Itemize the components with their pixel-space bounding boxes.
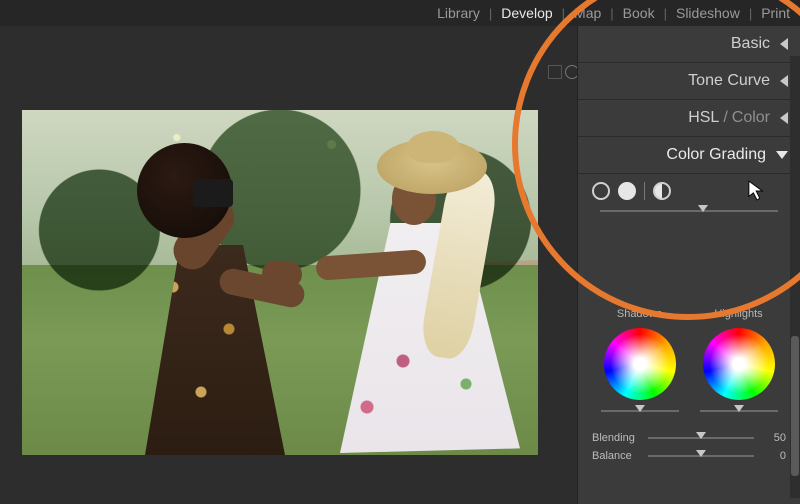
cg-tab-three-way-icon[interactable] [592,182,610,200]
wheel-label-highlights: Highlights [714,308,762,320]
tool-crop-icon[interactable] [548,65,562,79]
nav-library[interactable]: Library [437,5,480,21]
panel-scrollbar[interactable] [790,56,800,498]
slider-thumb-icon[interactable] [696,450,706,457]
panel-header-tone-curve[interactable]: Tone Curve [578,63,800,100]
panel-title-hsl: HSL [688,109,719,127]
image-preview[interactable] [22,110,538,455]
nav-print[interactable]: Print [761,5,790,21]
color-wheel-shadows-col: Shadows [601,308,679,418]
panel-header-hsl-color[interactable]: HSL / Color [578,100,800,137]
nav-separator: | [749,6,752,21]
nav-separator: | [489,6,492,21]
slider-thumb-icon[interactable] [698,205,708,212]
module-nav: Library| Develop| Map| Book| Slideshow| … [0,0,800,26]
blending-slider[interactable]: Blending 50 [592,432,786,444]
balance-value[interactable]: 0 [762,450,786,462]
figure-subject [322,131,512,455]
app-root: Library| Develop| Map| Book| Slideshow| … [0,0,800,504]
cg-tab-separator [644,182,645,200]
collapse-triangle-icon [780,112,788,124]
photo-scene [22,110,538,455]
balance-label: Balance [592,450,640,462]
color-wheel-shadows[interactable] [604,328,676,400]
collapse-triangle-icon [780,75,788,87]
figure-photographer [127,135,277,455]
right-panel: Basic Tone Curve HSL / Color Color Gradi… [577,26,800,504]
color-grading-view-tabs [592,182,788,200]
cg-tab-midtones-icon[interactable] [618,182,636,200]
nav-develop[interactable]: Develop [501,5,552,21]
wheel-label-shadows: Shadows [617,308,662,320]
cg-luminance-slider[interactable] [600,210,778,212]
panel-title-sep: / [723,109,727,127]
slider-thumb-icon[interactable] [734,405,744,412]
nav-map[interactable]: Map [574,5,601,21]
panel-title-tone-curve: Tone Curve [688,72,770,90]
panel-title-basic: Basic [731,35,770,53]
blending-label: Blending [592,432,640,444]
joined-hands [261,260,303,289]
nav-book[interactable]: Book [623,5,655,21]
panel-header-color-grading[interactable]: Color Grading [578,137,800,174]
panel-title-color: Color [732,109,770,127]
nav-separator: | [610,6,613,21]
collapse-triangle-icon [780,38,788,50]
slider-thumb-icon[interactable] [696,432,706,439]
color-wheel-row: Shadows Highlights [590,308,788,418]
expand-triangle-icon [776,151,788,159]
wheel-center-handle-icon[interactable] [735,360,745,370]
highlights-luminance-slider[interactable] [700,404,778,418]
blending-value[interactable]: 50 [762,432,786,444]
slider-thumb-icon[interactable] [635,405,645,412]
color-wheel-highlights-col: Highlights [700,308,778,418]
shadows-luminance-slider[interactable] [601,404,679,418]
panel-title-color-grading: Color Grading [666,146,766,164]
color-grading-body: Shadows Highlights Blending 50 Balance [578,174,800,472]
cg-tab-global-icon[interactable] [653,182,671,200]
nav-slideshow[interactable]: Slideshow [676,5,740,21]
scrollbar-thumb[interactable] [791,336,799,476]
nav-separator: | [664,6,667,21]
balance-slider[interactable]: Balance 0 [592,450,786,462]
color-wheel-highlights[interactable] [703,328,775,400]
panel-header-basic[interactable]: Basic [578,26,800,63]
wheel-center-handle-icon[interactable] [636,360,646,370]
nav-separator: | [562,6,565,21]
